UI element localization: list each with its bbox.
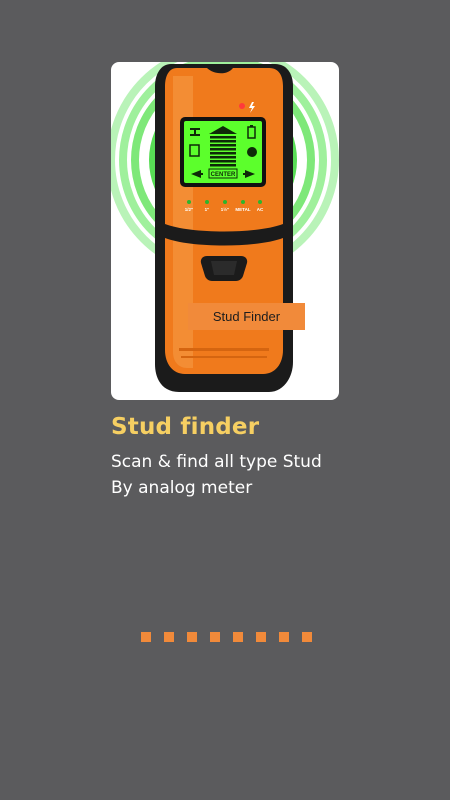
subtitle-line: Scan & find all type Stud [111, 452, 322, 472]
hero-image-card: CENTER 1/2" 1" 1½" METAL AC Stud Finder [111, 62, 339, 400]
onboarding-title: Stud finder [111, 414, 260, 440]
device-label: Stud Finder [188, 303, 305, 330]
page-dot[interactable] [233, 632, 243, 642]
indicator-label: 1" [205, 207, 210, 212]
indicator-label: 1/2" [185, 207, 193, 212]
page-dot[interactable] [256, 632, 266, 642]
page-dot[interactable] [187, 632, 197, 642]
lcd-center-text: CENTER [211, 172, 236, 178]
page-dot[interactable] [141, 632, 151, 642]
onboarding-subtitle: Scan & find all type Stud By analog mete… [111, 449, 322, 501]
indicator-label: 1½" [221, 206, 229, 212]
page-dot[interactable] [164, 632, 174, 642]
power-led [239, 103, 245, 109]
subtitle-line: By analog meter [111, 478, 253, 498]
page-indicator [141, 632, 312, 642]
indicator-label: METAL [235, 207, 250, 212]
page-dot[interactable] [210, 632, 220, 642]
page-dot[interactable] [279, 632, 289, 642]
indicator-label: AC [257, 207, 264, 212]
stud-finder-illustration: CENTER 1/2" 1" 1½" METAL AC [111, 62, 339, 392]
page-dot[interactable] [302, 632, 312, 642]
